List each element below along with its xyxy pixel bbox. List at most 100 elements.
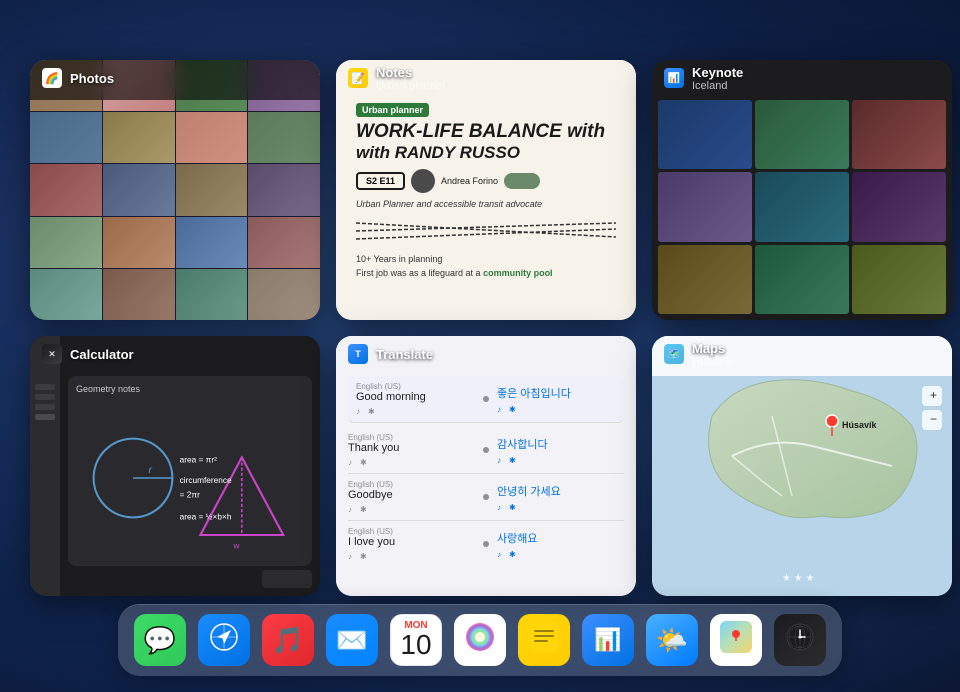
calculator-app-card[interactable]: Geometry notes r area = πr² circumferenc… (30, 336, 320, 596)
maps-icon-small: 🗺️ (664, 344, 684, 364)
keynote-app-title: Keynote (692, 65, 743, 80)
translate-right4: 사랑해요 ♪ ✱ (497, 530, 624, 559)
photo-cell (248, 112, 320, 163)
translate-left: English (US) Good morning ♪ ✱ (356, 382, 475, 416)
translate-action3: ♪ (497, 405, 501, 414)
photo-cell (248, 269, 320, 320)
calc-svg: r area = πr² circumference = 2πr area = … (76, 398, 304, 558)
app-grid: 🌈 Photos Urban planner WORK-LIFE BALANCE… (30, 60, 930, 562)
maps-app-card[interactable]: Húsavík + − ★ ★ ★ 🗺️ Maps Húsavík (652, 336, 952, 596)
translate-lang-from4: English (US) (348, 527, 475, 536)
dock-app-music[interactable]: 🎵 (262, 614, 314, 666)
maps-dock-icon (720, 621, 752, 660)
translate-lang-from3: English (US) (348, 480, 475, 489)
translate-lang-from: English (US) (356, 382, 475, 391)
calc-sidebar-item (35, 414, 55, 420)
dock-app-worldclock[interactable] (774, 614, 826, 666)
notes-app-card[interactable]: Urban planner WORK-LIFE BALANCE with wit… (336, 60, 636, 320)
slide-thumb (755, 172, 849, 241)
dock-app-mail[interactable]: ✉️ (326, 614, 378, 666)
photos-header: 🌈 Photos (30, 60, 320, 96)
translate-right3: 안녕히 가세요 ♪ ✱ (497, 483, 624, 512)
maps-app-title: Maps (692, 341, 732, 356)
translate-app-card[interactable]: English (US) Good morning ♪ ✱ 좋은 아침입니다 ♪… (336, 336, 636, 596)
translate-label: Translate (376, 347, 433, 362)
photo-cell (30, 269, 102, 320)
dock-app-messages[interactable]: 💬 (134, 614, 186, 666)
keynote-slides (652, 60, 952, 320)
translate-row: English (US) Thank you ♪ ✱ 감사합니다 ♪ ✱ (348, 427, 624, 474)
notes-description: Urban Planner and accessible transit adv… (356, 199, 616, 209)
dock-app-weather[interactable]: 🌤️ (646, 614, 698, 666)
photo-cell (248, 217, 320, 268)
translate-to-text: 좋은 아침입니다 (497, 385, 616, 401)
svg-text:Húsavík: Húsavík (842, 420, 878, 430)
notes-app-title: Notes (376, 65, 446, 80)
calc-sidebar-item (35, 394, 55, 400)
notes-dock-icon (529, 622, 559, 659)
svg-text:area = ½×b×h: area = ½×b×h (180, 511, 232, 521)
calculator-app-title: Calculator (70, 347, 134, 362)
translate-from-text2: Thank you (348, 442, 475, 454)
svg-text:circumference: circumference (180, 475, 232, 485)
translate-header: T Translate (336, 336, 636, 372)
photos-app-title: Photos (70, 71, 114, 86)
dock-app-photos[interactable] (454, 614, 506, 666)
svg-text:★ ★ ★: ★ ★ ★ (782, 573, 814, 584)
slide-thumb (658, 100, 752, 169)
notes-bus-icon (504, 173, 540, 189)
calc-main: Geometry notes r area = πr² circumferenc… (60, 336, 320, 596)
notes-label: Notes Urban planner (376, 65, 446, 92)
slide-thumb (852, 245, 946, 314)
translate-lang-from2: English (US) (348, 433, 475, 442)
photos-label: Photos (70, 71, 114, 86)
svg-text:w: w (233, 540, 240, 550)
translate-from-text: Good morning (356, 391, 475, 403)
photo-cell (176, 217, 248, 268)
dock: 💬 🎵 ✉️ MON 10 (118, 604, 842, 676)
translate-dot2 (483, 447, 489, 453)
notes-header: 📝 Notes Urban planner (336, 60, 636, 96)
translate-left: English (US) Thank you ♪ ✱ (348, 433, 475, 467)
photo-cell (30, 164, 102, 215)
calendar-day: 10 (400, 631, 431, 659)
translate-from-text3: Goodbye (348, 489, 475, 501)
slide-thumb (658, 245, 752, 314)
photo-cell (30, 112, 102, 163)
translate-right: 좋은 아침입니다 ♪ ✱ (497, 385, 616, 414)
translate-row: English (US) Goodbye ♪ ✱ 안녕히 가세요 ♪ ✱ (348, 474, 624, 521)
photos-dock-icon (464, 621, 496, 660)
dock-app-keynote[interactable]: 📊 (582, 614, 634, 666)
dock-app-calendar[interactable]: MON 10 (390, 614, 442, 666)
photo-cell (248, 164, 320, 215)
notes-badge-row: S2 E11 Andrea Forino (356, 169, 616, 193)
photo-cell (176, 269, 248, 320)
notes-last: First job was as a lifeguard at a commun… (356, 268, 616, 278)
translate-action1: ♪ (356, 407, 360, 416)
translate-icon-small: T (348, 344, 368, 364)
translate-left: English (US) I love you ♪ ✱ (348, 527, 475, 561)
keynote-label: Keynote Iceland (692, 65, 743, 92)
notes-icon-small: 📝 (348, 68, 368, 88)
weather-icon: 🌤️ (656, 625, 688, 656)
translate-dot4 (483, 541, 489, 547)
photo-cell (176, 164, 248, 215)
translate-app-title: Translate (376, 347, 433, 362)
translate-right2: 감사합니다 ♪ ✱ (497, 436, 624, 465)
dock-app-notes[interactable] (518, 614, 570, 666)
slide-thumb (755, 245, 849, 314)
svg-text:= 2πr: = 2πr (180, 490, 200, 500)
translate-row: English (US) Good morning ♪ ✱ 좋은 아침입니다 ♪… (348, 376, 624, 423)
notes-avatar (411, 169, 435, 193)
dock-app-maps[interactable] (710, 614, 762, 666)
messages-icon: 💬 (144, 625, 176, 656)
slide-thumb (755, 100, 849, 169)
photo-cell (103, 164, 175, 215)
photo-cell (103, 112, 175, 163)
calc-btn (262, 570, 312, 588)
photos-app-card[interactable]: 🌈 Photos (30, 60, 320, 320)
keynote-app-card[interactable]: 📊 Keynote Iceland (652, 60, 952, 320)
dock-app-safari[interactable] (198, 614, 250, 666)
slide-thumb (658, 172, 752, 241)
keynote-icon-small: 📊 (664, 68, 684, 88)
